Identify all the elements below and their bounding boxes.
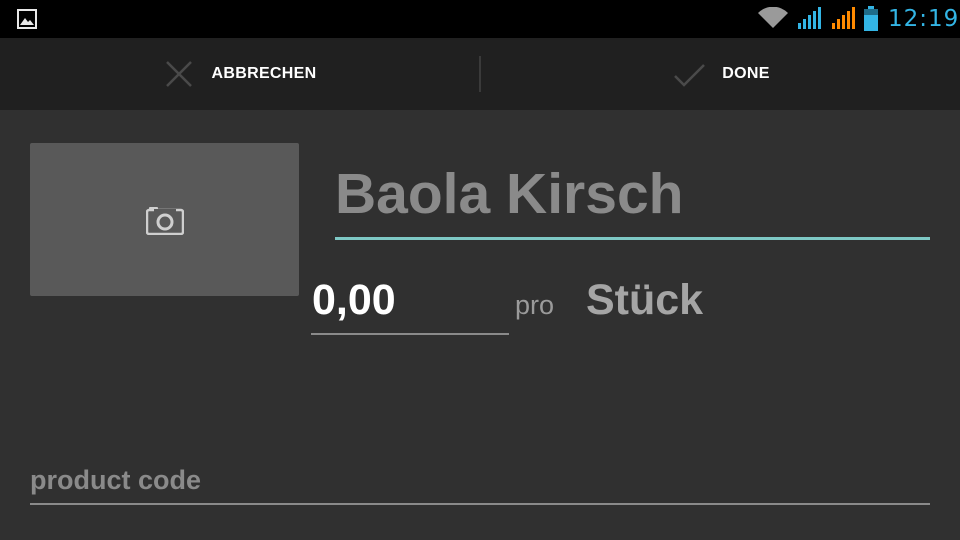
cancel-button-label: ABBRECHEN xyxy=(211,65,317,82)
product-code-placeholder: product code xyxy=(30,465,202,495)
product-name-value: Baola Kirsch xyxy=(335,162,684,226)
camera-icon xyxy=(145,206,184,235)
per-label: pro xyxy=(515,290,555,320)
action-bar-divider xyxy=(479,56,481,92)
wifi-icon xyxy=(758,7,788,28)
action-bar: ABBRECHEN DONE xyxy=(0,38,960,110)
close-icon xyxy=(165,61,192,87)
price-underline xyxy=(311,333,509,335)
status-bar: 12:19 xyxy=(0,0,960,38)
unit-selector[interactable]: Stück xyxy=(586,274,703,326)
done-button-label: DONE xyxy=(722,65,770,82)
price-field[interactable]: 0,00 xyxy=(311,268,509,336)
cancel-button[interactable]: ABBRECHEN xyxy=(0,38,478,110)
product-name-field[interactable]: Baola Kirsch xyxy=(335,155,930,241)
product-name-underline xyxy=(335,237,930,240)
signal-icon xyxy=(832,7,855,29)
status-clock: 12:19 xyxy=(888,6,960,32)
image-notification-icon xyxy=(17,9,37,29)
product-photo-button[interactable] xyxy=(30,143,299,296)
check-icon xyxy=(674,64,706,87)
product-code-field[interactable]: product code xyxy=(30,460,930,506)
price-value: 0,00 xyxy=(312,276,396,324)
signal-icon xyxy=(798,7,821,29)
product-code-underline xyxy=(30,503,930,505)
done-button[interactable]: DONE xyxy=(482,38,960,110)
battery-icon xyxy=(864,6,878,31)
